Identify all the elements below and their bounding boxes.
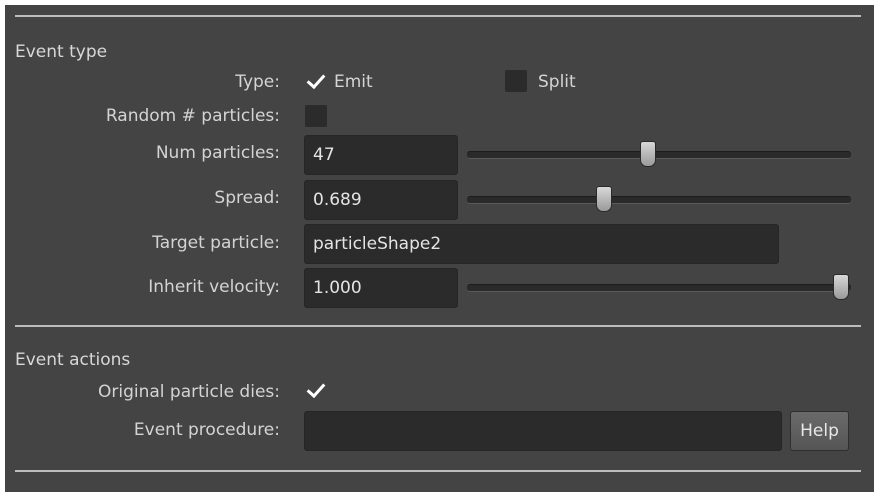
separator-middle (15, 325, 861, 327)
event-procedure-field[interactable] (304, 411, 782, 451)
slider-track (467, 196, 851, 204)
type-label: Type: (235, 72, 280, 92)
inherit-velocity-field[interactable]: 1.000 (304, 268, 458, 308)
num-particles-field[interactable]: 47 (304, 135, 458, 175)
spread-field[interactable]: 0.689 (304, 180, 458, 220)
target-particle-field[interactable]: particleShape2 (304, 224, 779, 264)
random-particles-label: Random # particles: (105, 106, 280, 126)
slider-track (467, 151, 851, 159)
split-checkbox[interactable] (505, 70, 527, 92)
emit-checkbox[interactable] (305, 70, 327, 92)
section-title-event-actions: Event actions (15, 350, 131, 370)
spread-slider[interactable] (467, 180, 851, 220)
random-particles-checkbox[interactable] (305, 105, 327, 127)
section-title-event-type: Event type (15, 42, 108, 62)
num-particles-slider[interactable] (467, 135, 851, 175)
original-dies-checkbox[interactable] (305, 379, 327, 401)
slider-thumb[interactable] (833, 274, 849, 300)
slider-thumb[interactable] (596, 186, 613, 212)
inherit-velocity-label: Inherit velocity: (148, 277, 280, 297)
original-dies-label: Original particle dies: (97, 382, 280, 402)
slider-thumb[interactable] (640, 141, 657, 167)
separator-top (15, 15, 861, 17)
spread-label: Spread: (214, 188, 280, 208)
inherit-velocity-slider[interactable] (467, 268, 851, 308)
split-label: Split (538, 72, 576, 92)
target-particle-label: Target particle: (152, 233, 280, 253)
event-editor-panel: Event type Type: Emit Split Random # par… (5, 5, 874, 492)
emit-label: Emit (334, 72, 373, 92)
separator-bottom (15, 470, 861, 472)
num-particles-label: Num particles: (155, 143, 280, 163)
slider-track (467, 284, 851, 292)
help-button[interactable]: Help (790, 411, 849, 451)
event-procedure-label: Event procedure: (133, 420, 280, 440)
